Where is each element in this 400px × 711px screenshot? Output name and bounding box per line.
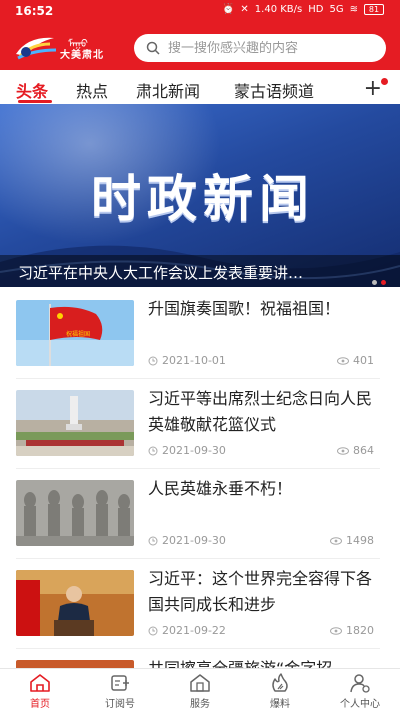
nav-report[interactable]: 爆料	[240, 673, 320, 710]
profile-icon	[350, 674, 370, 693]
flag-image: 祝福祖国	[16, 300, 134, 366]
news-views: 401	[353, 354, 374, 367]
news-title: 习近平等出席烈士纪念日向人民英雄敬献花篮仪式	[148, 389, 373, 434]
clock-icon	[148, 356, 158, 365]
divider	[16, 378, 380, 379]
news-date: 2021-09-30	[162, 444, 226, 457]
status-bar: 16:52 ⏰ ✕ 1.40 KB/s HD 5G ≋ 81	[0, 0, 400, 24]
clock-icon	[148, 536, 158, 545]
add-channel-button[interactable]: +	[364, 76, 388, 101]
tab-hot[interactable]: 热点	[76, 78, 108, 102]
news-meta: 2021-09-30 1498	[148, 534, 380, 548]
eye-icon	[330, 626, 342, 635]
banner-carousel[interactable]: 时政新闻 习近平在中央人大工作会议上发表重要讲…	[0, 104, 400, 287]
news-thumbnail	[16, 390, 134, 456]
banner-caption[interactable]: 习近平在中央人大工作会议上发表重要讲…	[0, 255, 400, 287]
carousel-dot-active	[381, 280, 386, 285]
news-views: 864	[353, 444, 374, 457]
news-title: 人民英雄永垂不朽！	[148, 479, 293, 498]
nav-home-label: 首页	[30, 699, 50, 710]
nav-subscribe-label: 订阅号	[105, 699, 135, 710]
subscribe-icon	[111, 675, 129, 691]
service-icon	[190, 674, 210, 692]
news-date: 2021-09-22	[162, 624, 226, 637]
monument-image	[16, 390, 134, 456]
hd-badge: HD	[308, 4, 324, 15]
news-thumbnail	[16, 480, 134, 546]
svg-text:祝福祖国: 祝福祖国	[66, 330, 90, 338]
nav-profile-label: 个人中心	[340, 699, 380, 710]
speech-image	[16, 570, 134, 636]
news-item[interactable]: 人民英雄永垂不朽！ 2021-09-30 1498	[16, 479, 380, 560]
carousel-dot	[372, 280, 377, 285]
news-item[interactable]: 习近平等出席烈士纪念日向人民英雄敬献花篮仪式 2021-09-30 864	[16, 389, 380, 470]
divider	[16, 648, 380, 649]
nav-service[interactable]: 服务	[160, 673, 240, 710]
nav-home[interactable]: 首页	[0, 673, 80, 710]
nav-report-label: 爆料	[270, 699, 290, 710]
news-meta: 2021-10-01 401	[148, 354, 380, 368]
eye-icon	[330, 536, 342, 545]
search-input[interactable]	[168, 40, 368, 56]
app-logo[interactable]: ᠮᠠᠭᠤ 大美肃北	[14, 30, 122, 64]
clock-icon	[148, 446, 158, 455]
tab-subei-news[interactable]: 肃北新闻	[136, 78, 200, 102]
news-views: 1498	[346, 534, 374, 547]
bottom-nav: 首页 订阅号 服务 爆料 个人中心	[0, 668, 400, 711]
nav-profile[interactable]: 个人中心	[320, 673, 400, 710]
relief-image	[16, 480, 134, 546]
news-views: 1820	[346, 624, 374, 637]
app-root: 16:52 ⏰ ✕ 1.40 KB/s HD 5G ≋ 81 ᠮᠠᠭᠤ 大美肃北	[0, 0, 400, 711]
report-icon	[272, 673, 288, 692]
news-item[interactable]: 习近平：这个世界完全容得下各国共同成长和进步 2021-09-22 1820	[16, 569, 380, 650]
news-date: 2021-10-01	[162, 354, 226, 367]
nav-subscribe[interactable]: 订阅号	[80, 673, 160, 710]
eye-icon	[337, 446, 349, 455]
battery-icon: 81	[364, 4, 384, 15]
logo-icon	[16, 37, 57, 60]
logo-text: 大美肃北	[60, 50, 104, 61]
news-title: 共同擦亮全疆旅游“金字招	[148, 660, 380, 668]
tab-mongolian-channel[interactable]: 蒙古语频道	[234, 78, 314, 102]
status-icons: ⏰ ✕ 1.40 KB/s HD 5G ≋ 81	[222, 4, 384, 15]
nav-service-label: 服务	[190, 699, 210, 710]
network-speed: 1.40 KB/s	[254, 4, 303, 15]
alarm-icon: ⏰	[221, 4, 235, 15]
header: 16:52 ⏰ ✕ 1.40 KB/s HD 5G ≋ 81 ᠮᠠᠭᠤ 大美肃北	[0, 0, 400, 70]
home-icon	[30, 674, 50, 692]
channel-tabs: 头条 热点 肃北新闻 蒙古语频道 +	[0, 72, 400, 104]
divider	[16, 468, 380, 469]
news-thumbnail	[16, 570, 134, 636]
notification-dot	[381, 78, 388, 85]
news-item[interactable]: 共同擦亮全疆旅游“金字招	[16, 660, 380, 668]
divider	[16, 558, 380, 559]
news-date: 2021-09-30	[162, 534, 226, 547]
tab-headlines[interactable]: 头条	[16, 78, 48, 102]
news-meta: 2021-09-22 1820	[148, 624, 380, 638]
news-meta: 2021-09-30 864	[148, 444, 380, 458]
wifi-icon: ≋	[349, 4, 358, 15]
clock-icon	[148, 626, 158, 635]
active-tab-indicator	[18, 100, 52, 103]
news-thumbnail	[16, 660, 134, 668]
news-thumbnail: 祝福祖国	[16, 300, 134, 366]
news-item[interactable]: 祝福祖国 升国旗奏国歌！祝福祖国！ 2021-10-01 401	[16, 299, 380, 380]
search-bar[interactable]	[134, 34, 386, 62]
mute-icon: ✕	[240, 4, 249, 15]
news-title: 升国旗奏国歌！祝福祖国！	[148, 299, 341, 318]
banner-title: 时政新闻	[91, 170, 315, 228]
carousel-dots	[372, 280, 386, 285]
search-icon	[146, 41, 160, 55]
network-type: 5G	[329, 4, 344, 15]
news-title: 习近平：这个世界完全容得下各国共同成长和进步	[148, 569, 373, 614]
status-time: 16:52	[15, 4, 54, 18]
eye-icon	[337, 356, 349, 365]
